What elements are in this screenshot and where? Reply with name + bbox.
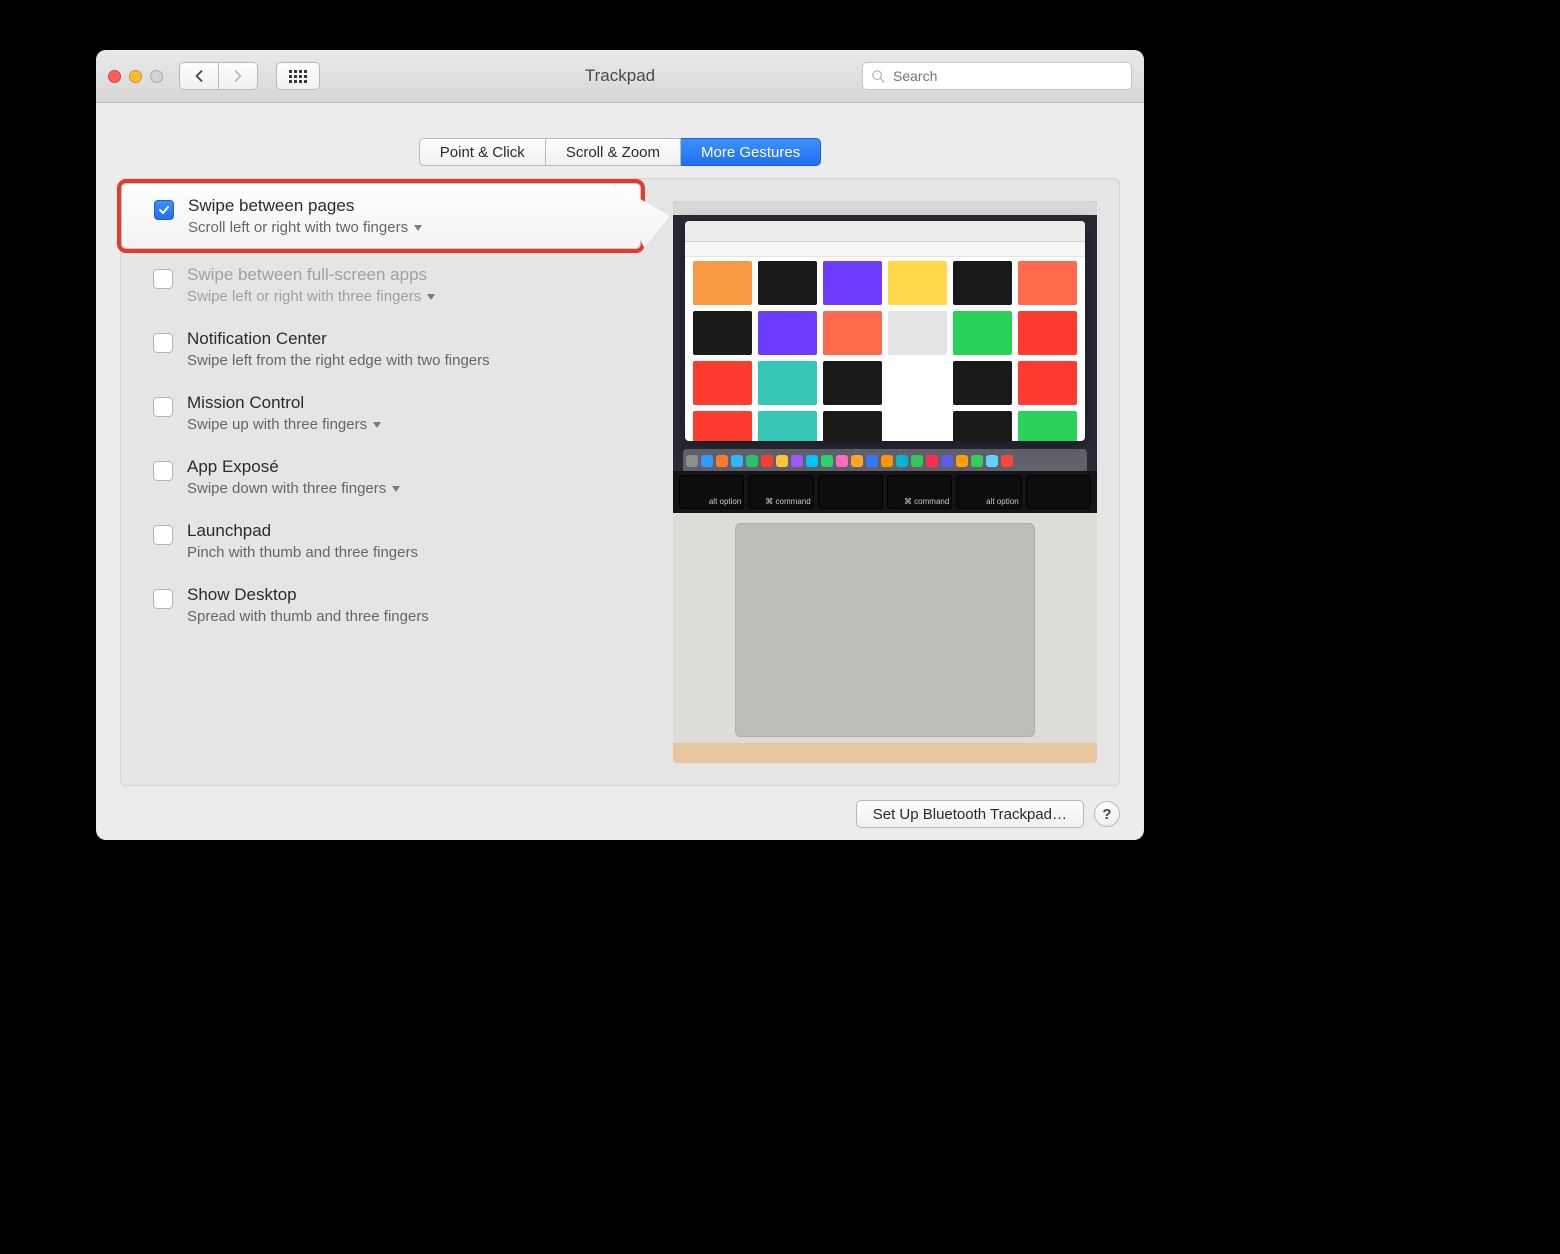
- gesture-text: Swipe between pages Scroll left or right…: [188, 196, 422, 236]
- chevron-left-icon: [193, 70, 205, 82]
- gesture-description: Swipe left from the right edge with two …: [187, 352, 490, 369]
- preview-trackpad: [735, 523, 1035, 737]
- gesture-title: App Exposé: [187, 457, 400, 477]
- settings-panel: Swipe between pages Scroll left or right…: [120, 178, 1120, 786]
- checkbox-swipe-fullscreen[interactable]: [153, 269, 173, 289]
- preview-trackpad-area: [673, 513, 1097, 763]
- checkbox-mission-control[interactable]: [153, 397, 173, 417]
- gesture-text: Notification Center Swipe left from the …: [187, 329, 490, 369]
- gesture-text: Swipe between full-screen apps Swipe lef…: [187, 265, 435, 305]
- gesture-title: Notification Center: [187, 329, 490, 349]
- gesture-app-expose[interactable]: App Exposé Swipe down with three fingers: [121, 445, 641, 509]
- gesture-option-selector[interactable]: Scroll left or right with two fingers: [188, 219, 422, 236]
- preview-screen: [673, 201, 1097, 471]
- zoom-window-button: [150, 70, 163, 83]
- show-all-button[interactable]: [276, 62, 320, 90]
- preferences-window: Trackpad Point & Click Scroll & Zoom Mor…: [96, 50, 1144, 840]
- gesture-notification-center[interactable]: Notification Center Swipe left from the …: [121, 317, 641, 381]
- nav-buttons: [179, 62, 258, 90]
- gesture-mission-control[interactable]: Mission Control Swipe up with three fing…: [121, 381, 641, 445]
- search-icon: [871, 69, 885, 83]
- checkmark-icon: [158, 204, 170, 216]
- search-field[interactable]: [862, 62, 1132, 90]
- checkbox-notification-center[interactable]: [153, 333, 173, 353]
- gesture-title: Swipe between full-screen apps: [187, 265, 435, 285]
- gesture-option-selector[interactable]: Swipe up with three fingers: [187, 416, 381, 433]
- body: Point & Click Scroll & Zoom More Gesture…: [96, 102, 1144, 840]
- close-window-button[interactable]: [108, 70, 121, 83]
- gesture-option-selector[interactable]: Swipe down with three fingers: [187, 480, 400, 497]
- chevron-right-icon: [232, 70, 244, 82]
- gesture-text: Launchpad Pinch with thumb and three fin…: [187, 521, 418, 561]
- grid-icon: [289, 70, 307, 83]
- gesture-title: Mission Control: [187, 393, 381, 413]
- minimize-window-button[interactable]: [129, 70, 142, 83]
- tab-more-gestures[interactable]: More Gestures: [681, 138, 821, 166]
- checkbox-app-expose[interactable]: [153, 461, 173, 481]
- help-button[interactable]: ?: [1094, 801, 1120, 827]
- back-button[interactable]: [179, 62, 219, 90]
- traffic-lights: [108, 70, 163, 83]
- gesture-text: Mission Control Swipe up with three fing…: [187, 393, 381, 433]
- gesture-text: App Exposé Swipe down with three fingers: [187, 457, 400, 497]
- gesture-description: Spread with thumb and three fingers: [187, 608, 429, 625]
- gesture-title: Show Desktop: [187, 585, 429, 605]
- gesture-text: Show Desktop Spread with thumb and three…: [187, 585, 429, 625]
- tabs: Point & Click Scroll & Zoom More Gesture…: [96, 138, 1144, 166]
- setup-bluetooth-trackpad-button[interactable]: Set Up Bluetooth Trackpad…: [856, 800, 1084, 828]
- gesture-list: Swipe between pages Scroll left or right…: [121, 179, 641, 637]
- gesture-show-desktop[interactable]: Show Desktop Spread with thumb and three…: [121, 573, 641, 637]
- checkbox-show-desktop[interactable]: [153, 589, 173, 609]
- preview-keyboard-row: alt option⌘ command⌘ commandalt option: [673, 471, 1097, 513]
- forward-button: [219, 62, 258, 90]
- gesture-title: Swipe between pages: [188, 196, 422, 216]
- footer: Set Up Bluetooth Trackpad… ?: [856, 800, 1120, 828]
- gesture-description: Pinch with thumb and three fingers: [187, 544, 418, 561]
- gesture-title: Launchpad: [187, 521, 418, 541]
- tab-scroll-zoom[interactable]: Scroll & Zoom: [546, 138, 681, 166]
- gesture-swipe-pages[interactable]: Swipe between pages Scroll left or right…: [121, 183, 641, 249]
- checkbox-launchpad[interactable]: [153, 525, 173, 545]
- checkbox-swipe-pages[interactable]: [154, 200, 174, 220]
- gesture-option-selector[interactable]: Swipe left or right with three fingers: [187, 288, 435, 305]
- tab-point-click[interactable]: Point & Click: [419, 138, 546, 166]
- search-input[interactable]: [891, 67, 1123, 85]
- gesture-preview: alt option⌘ command⌘ commandalt option: [673, 201, 1097, 763]
- titlebar: Trackpad: [96, 50, 1144, 103]
- gesture-launchpad[interactable]: Launchpad Pinch with thumb and three fin…: [121, 509, 641, 573]
- gesture-swipe-fullscreen[interactable]: Swipe between full-screen apps Swipe lef…: [121, 253, 641, 317]
